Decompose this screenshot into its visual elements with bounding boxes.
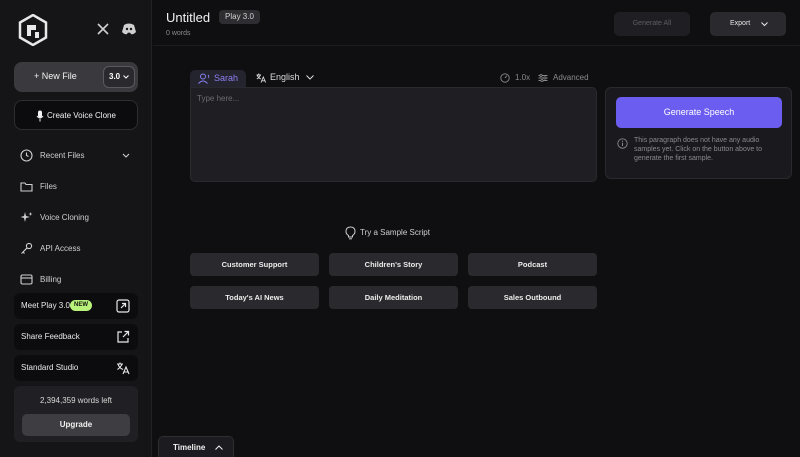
create-voice-clone-button[interactable]: Create Voice Clone bbox=[14, 100, 138, 130]
sample-childrens-story-button[interactable]: Children's Story bbox=[329, 253, 458, 276]
folder-icon bbox=[20, 182, 33, 192]
user-voice-icon bbox=[198, 73, 210, 84]
sidebar: + New File 3.0 Create Voice Clone Recent… bbox=[0, 0, 152, 457]
sidebar-item-label: Files bbox=[40, 182, 57, 191]
share-feedback-label: Share Feedback bbox=[21, 332, 80, 341]
translate-icon bbox=[117, 362, 130, 375]
x-twitter-icon[interactable] bbox=[94, 20, 112, 38]
language-label: English bbox=[270, 72, 300, 82]
document-title[interactable]: Untitled bbox=[166, 10, 210, 25]
key-icon bbox=[21, 242, 33, 254]
lightbulb-icon bbox=[345, 226, 356, 240]
voice-selector-tab[interactable]: Sarah bbox=[190, 70, 246, 87]
header: Untitled Play 3.0 0 words Generate All E… bbox=[153, 0, 800, 46]
meet-play-label: Meet Play 3.0 bbox=[21, 301, 70, 310]
text-editor-panel bbox=[190, 87, 597, 182]
sample-sales-outbound-button[interactable]: Sales Outbound bbox=[468, 286, 597, 309]
generate-all-button[interactable]: Generate All bbox=[614, 12, 690, 36]
standard-studio-card[interactable]: Standard Studio bbox=[14, 355, 138, 381]
create-voice-clone-label: Create Voice Clone bbox=[47, 111, 116, 120]
sidebar-item-billing[interactable]: Billing bbox=[20, 272, 138, 290]
sample-daily-meditation-button[interactable]: Daily Meditation bbox=[329, 286, 458, 309]
meet-play-card[interactable]: Meet Play 3.0 NEW bbox=[14, 293, 138, 319]
sample-script-label: Try a Sample Script bbox=[360, 228, 430, 237]
sliders-icon[interactable] bbox=[538, 73, 548, 83]
sidebar-item-label: Billing bbox=[40, 275, 62, 284]
export-label: Export bbox=[730, 20, 751, 27]
sidebar-item-voice-cloning[interactable]: Voice Cloning bbox=[20, 210, 138, 228]
export-button[interactable]: Export bbox=[710, 12, 786, 36]
sidebar-item-label: Voice Cloning bbox=[40, 213, 89, 222]
clock-icon bbox=[20, 149, 33, 162]
new-file-label: + New File bbox=[34, 71, 77, 81]
voice-name: Sarah bbox=[214, 73, 239, 83]
external-link-icon bbox=[117, 330, 130, 343]
script-text-input[interactable] bbox=[197, 94, 592, 174]
sample-todays-ai-news-button[interactable]: Today's AI News bbox=[190, 286, 319, 309]
sample-podcast-button[interactable]: Podcast bbox=[468, 253, 597, 276]
new-file-button[interactable]: + New File 3.0 bbox=[14, 62, 138, 92]
chevron-down-icon bbox=[306, 75, 314, 80]
sidebar-item-label: API Access bbox=[40, 244, 81, 253]
external-link-icon bbox=[116, 299, 130, 313]
share-feedback-card[interactable]: Share Feedback bbox=[14, 324, 138, 350]
billing-icon bbox=[20, 274, 33, 285]
standard-studio-label: Standard Studio bbox=[21, 363, 79, 372]
words-left-text: 2,394,359 words left bbox=[39, 396, 113, 405]
app-logo-icon[interactable] bbox=[18, 14, 48, 46]
microphone-icon bbox=[36, 110, 44, 122]
timeline-toggle[interactable]: Timeline bbox=[158, 436, 234, 457]
sidebar-item-label: Recent Files bbox=[40, 151, 85, 160]
sidebar-item-recent-files[interactable]: Recent Files bbox=[20, 148, 138, 166]
generate-panel: Generate Speech This paragraph does not … bbox=[605, 87, 792, 179]
chevron-down-icon bbox=[122, 153, 130, 158]
translate-icon bbox=[256, 73, 266, 83]
sidebar-item-files[interactable]: Files bbox=[20, 179, 138, 197]
sidebar-item-api-access[interactable]: API Access bbox=[20, 241, 138, 259]
version-label: 3.0 bbox=[109, 72, 121, 81]
discord-icon[interactable] bbox=[120, 20, 138, 38]
advanced-settings-label[interactable]: Advanced bbox=[553, 73, 589, 82]
sparkle-icon bbox=[20, 212, 33, 222]
speed-value[interactable]: 1.0x bbox=[515, 73, 530, 82]
info-icon bbox=[617, 138, 628, 149]
new-badge: NEW bbox=[70, 300, 92, 311]
model-badge: Play 3.0 bbox=[219, 10, 260, 24]
chevron-down-icon bbox=[123, 75, 130, 79]
generate-speech-button[interactable]: Generate Speech bbox=[616, 97, 782, 128]
upgrade-button[interactable]: Upgrade bbox=[22, 414, 130, 436]
words-left-card: 2,394,359 words left Upgrade bbox=[14, 386, 138, 442]
sample-customer-support-button[interactable]: Customer Support bbox=[190, 253, 319, 276]
chevron-up-icon bbox=[215, 445, 223, 450]
version-select[interactable]: 3.0 bbox=[103, 66, 135, 88]
no-samples-note: This paragraph does not have any audio s… bbox=[634, 137, 763, 162]
timeline-label: Timeline bbox=[173, 443, 206, 452]
speed-gauge-icon[interactable] bbox=[500, 73, 510, 83]
word-count: 0 words bbox=[166, 30, 191, 37]
chevron-down-icon bbox=[761, 22, 768, 27]
